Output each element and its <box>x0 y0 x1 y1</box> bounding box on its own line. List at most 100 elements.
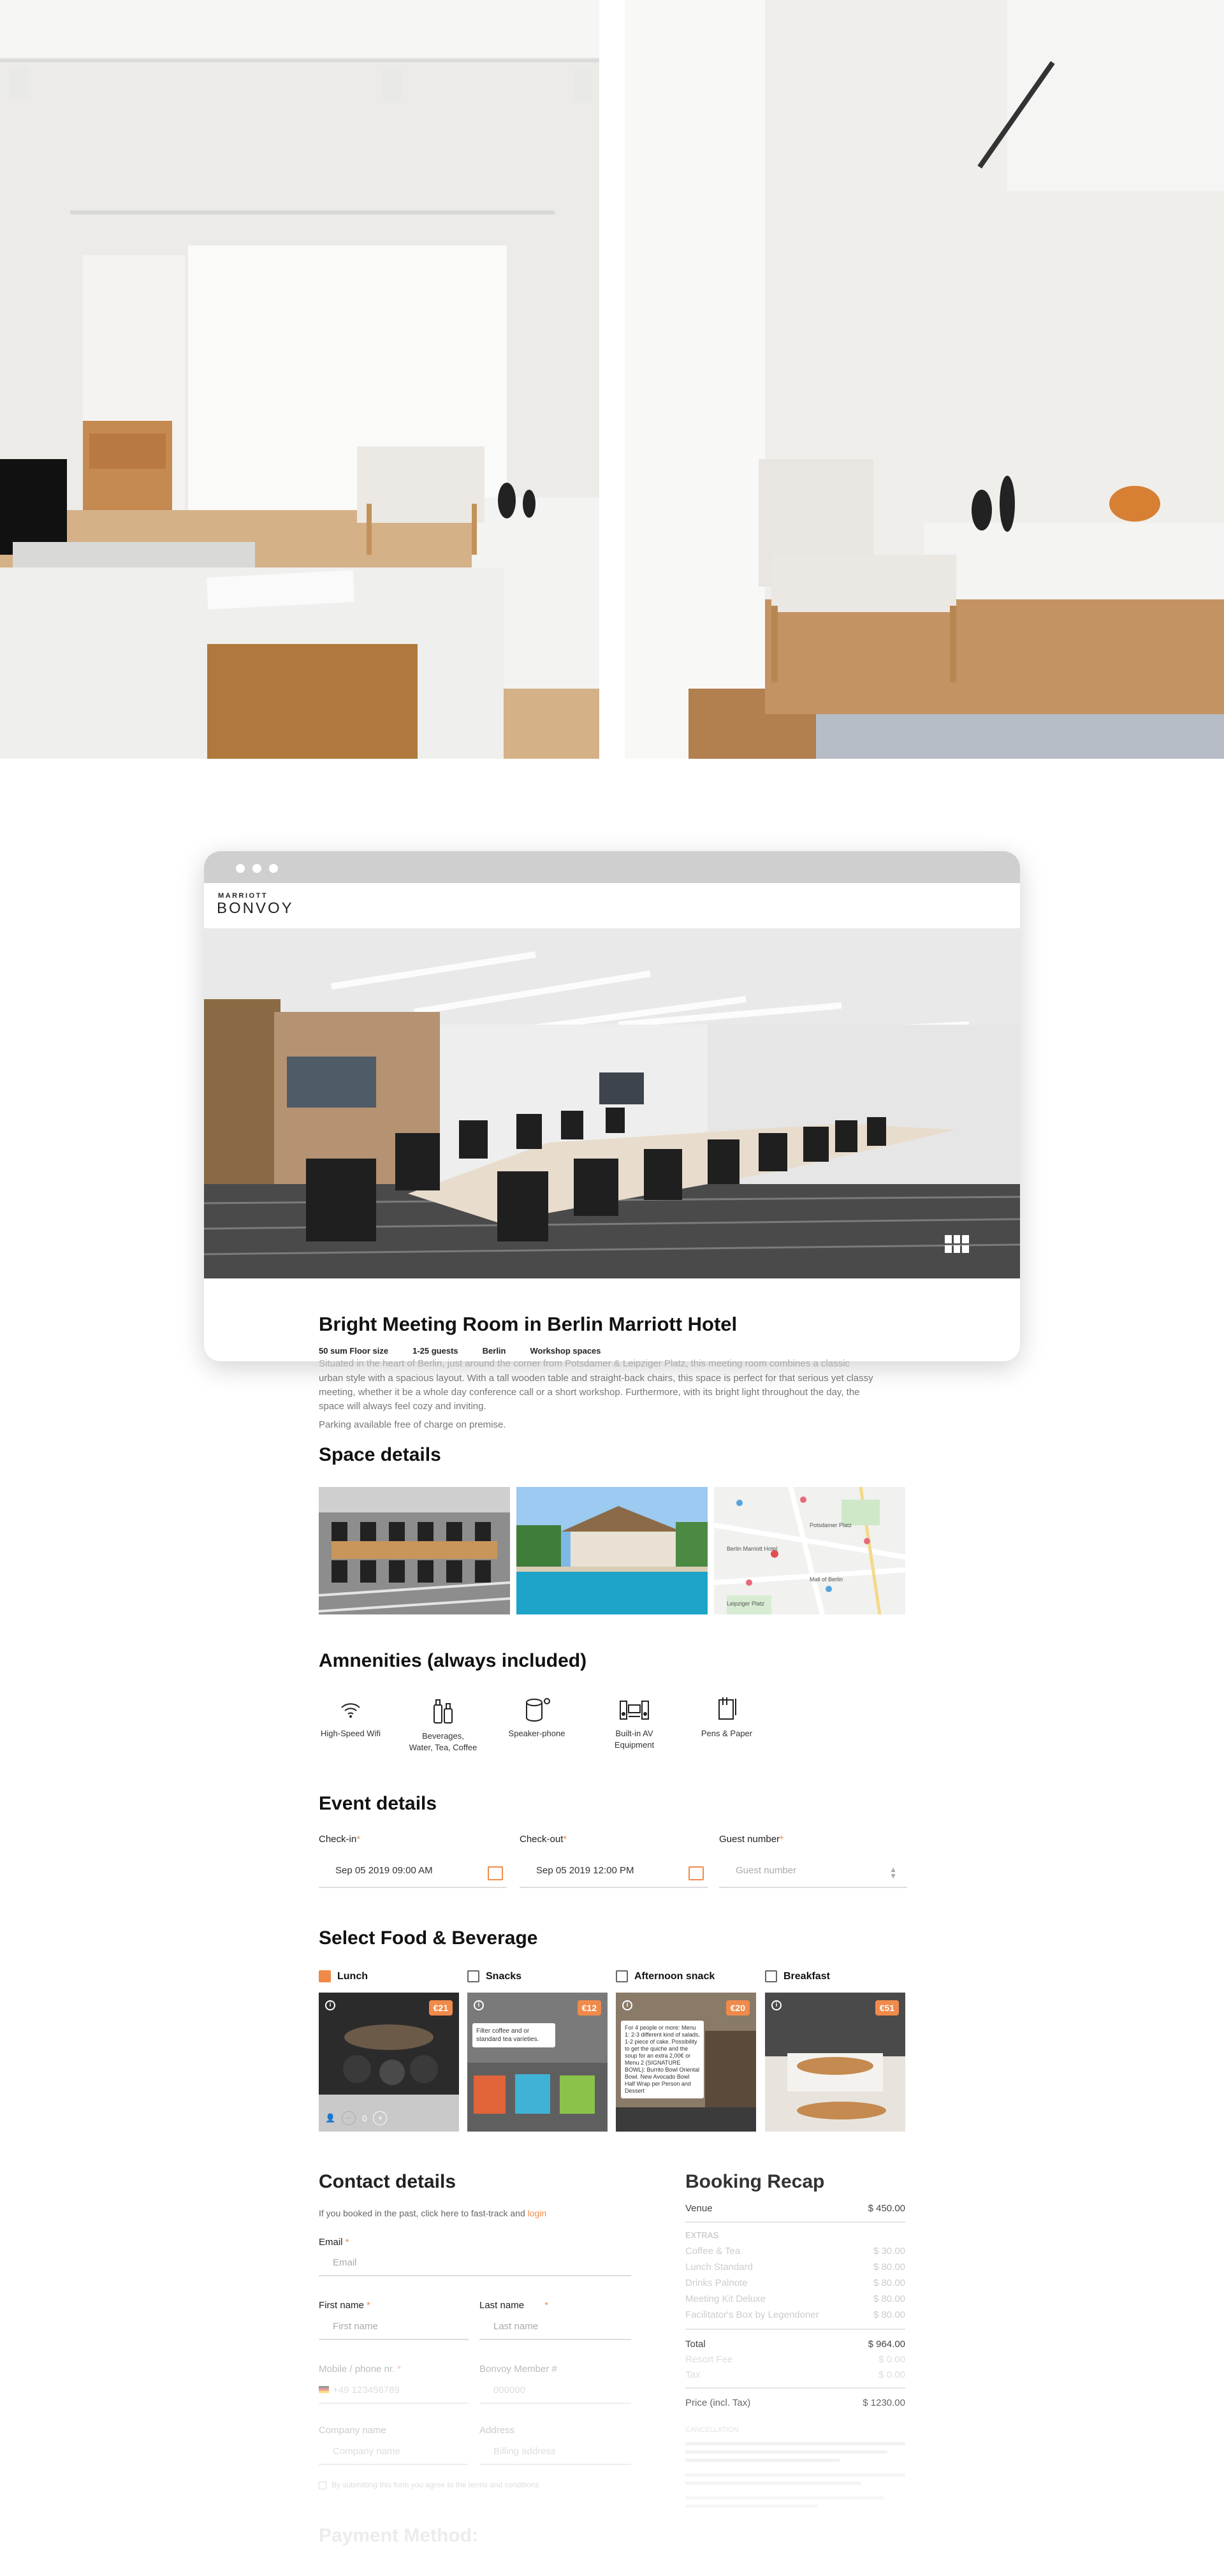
room-title: Bright Meeting Room in Berlin Marriott H… <box>319 1313 738 1335</box>
tag-floor-size: 50 sum Floor size <box>319 1346 389 1356</box>
description-line: urban style with a spacious layout. With… <box>319 1373 873 1384</box>
bonvoy-field[interactable]: 000000 <box>479 2378 631 2404</box>
calendar-icon[interactable] <box>488 1866 503 1880</box>
checkin-field[interactable]: Sep 05 2019 09:00 AM <box>319 1859 507 1888</box>
required-marker: * <box>563 1834 567 1845</box>
armchair-photo <box>625 0 1224 759</box>
mobile-field[interactable]: +49 123456789 <box>319 2378 469 2404</box>
brand-logo-line2[interactable]: BONVOY <box>217 900 294 918</box>
recap-label: Facilitator's Box by Legendoner <box>685 2309 819 2320</box>
info-icon[interactable]: i <box>622 2000 632 2010</box>
recap-total: Total $ 964.00 <box>685 2339 905 2350</box>
space-location-map[interactable]: Berlin Marriott Hotel Potsdamer Platz Ma… <box>714 1487 905 1614</box>
first-name-field[interactable]: First name <box>319 2315 469 2340</box>
company-field[interactable]: Company name <box>319 2440 469 2465</box>
address-field[interactable]: Billing address <box>479 2440 631 2465</box>
meeting-room-hero-image[interactable] <box>204 929 1020 1278</box>
food-card-breakfast[interactable]: i €51 <box>765 1993 905 2132</box>
recap-value: $ 80.00 <box>873 2309 905 2320</box>
stepper-icon[interactable]: ▲ ▼ <box>889 1866 897 1880</box>
divider <box>685 2329 905 2330</box>
last-name-label-text: Last name <box>479 2300 525 2311</box>
amenity-av-equipment: Built-in AV Equipment <box>596 1696 673 1751</box>
amenity-beverages: Beverages, Water, Tea, Coffee <box>405 1696 481 1753</box>
recap-heading: Booking Recap <box>685 2171 825 2192</box>
recap-label: Price (incl. Tax) <box>685 2397 751 2408</box>
option-snacks[interactable]: Snacks <box>467 1970 521 1982</box>
email-label-text: Email <box>319 2237 343 2248</box>
description-line: space will always feel cozy and inviting… <box>319 1401 486 1412</box>
recap-venue: Venue $ 450.00 <box>685 2203 905 2214</box>
first-name-label-text: First name <box>319 2300 364 2311</box>
amenity-label: Speaker-phone <box>508 1729 565 1738</box>
required-marker: * <box>780 1834 783 1845</box>
food-card-lunch[interactable]: i €21 👤 − 0 + <box>319 1993 459 2132</box>
bonvoy-label: Bonvoy Member # <box>479 2364 557 2375</box>
gallery-grid-icon[interactable] <box>945 1235 969 1253</box>
pens-paper-icon <box>718 1697 736 1720</box>
checkout-field[interactable]: Sep 05 2019 12:00 PM <box>520 1859 708 1888</box>
option-label: Lunch <box>337 1970 368 1982</box>
contact-heading: Contact details <box>319 2171 456 2192</box>
price-badge: €12 <box>577 2000 601 2016</box>
space-photo-chairs[interactable] <box>319 1487 510 1614</box>
beverages-icon <box>433 1699 453 1723</box>
checkbox-checked[interactable] <box>319 1970 331 1982</box>
required-marker: * <box>356 1834 361 1845</box>
guest-number-input[interactable]: Guest number ▲ ▼ <box>719 1859 907 1888</box>
info-icon[interactable]: i <box>474 2000 484 2010</box>
fast-track-text: If you booked in the past, click here to… <box>319 2208 525 2218</box>
option-breakfast[interactable]: Breakfast <box>765 1970 830 1982</box>
option-label: Breakfast <box>783 1970 830 1982</box>
amenity-label: High-Speed Wifi <box>321 1729 381 1738</box>
last-name-field[interactable]: Last name <box>479 2315 631 2340</box>
quantity-stepper[interactable]: 👤 − 0 + <box>325 2111 388 2125</box>
recap-extra: Lunch Standard $ 80.00 <box>685 2262 905 2272</box>
info-icon[interactable]: i <box>325 2000 335 2010</box>
required-marker: * <box>367 2300 370 2311</box>
wifi-icon <box>341 1703 360 1718</box>
parking-note: Parking available free of charge on prem… <box>319 1419 506 1430</box>
food-card-snacks[interactable]: i €12 Filter coffee and or standard tea … <box>467 1993 608 2132</box>
recap-value: $ 80.00 <box>873 2278 905 2288</box>
recap-cancellation-label: CANCELLATION <box>685 2426 905 2434</box>
food-heading: Select Food & Beverage <box>319 1928 538 1949</box>
increment-button[interactable]: + <box>373 2111 388 2125</box>
required-marker: * <box>345 2237 349 2248</box>
login-link[interactable]: login <box>528 2208 547 2218</box>
consent-checkbox[interactable] <box>319 2481 326 2489</box>
consent-row[interactable]: By submitting this form you agree to the… <box>319 2480 539 2489</box>
recap-extra: Coffee & Tea $ 30.00 <box>685 2246 905 2257</box>
checkbox[interactable] <box>765 1970 777 1982</box>
mobile-label: Mobile / phone nr. * <box>319 2364 401 2375</box>
food-card-afternoon-snack[interactable]: i €20 For 4 people or more: Menu 1: 2-3 … <box>616 1993 756 2132</box>
price-badge: €21 <box>428 2000 453 2016</box>
checkbox[interactable] <box>616 1970 628 1982</box>
email-field[interactable]: Email <box>319 2251 631 2276</box>
recap-label: Venue <box>685 2203 713 2214</box>
space-photo-pool[interactable] <box>516 1487 708 1614</box>
decrement-button[interactable]: − <box>342 2111 356 2125</box>
av-equipment-icon <box>620 1701 649 1720</box>
option-afternoon-snack[interactable]: Afternoon snack <box>616 1970 715 1982</box>
map-label: Potsdamer Platz <box>810 1522 852 1528</box>
window-dot[interactable] <box>252 864 261 873</box>
info-icon[interactable]: i <box>771 2000 782 2010</box>
window-dot[interactable] <box>269 864 278 873</box>
header-bar: MARRIOTT BONVOY <box>204 883 1020 929</box>
calendar-icon[interactable] <box>688 1866 704 1880</box>
recap-extra: Facilitator's Box by Legendoner $ 80.00 <box>685 2309 905 2320</box>
recap-value: $ 1230.00 <box>863 2397 905 2408</box>
checkbox[interactable] <box>467 1970 479 1982</box>
flag-de-icon <box>319 2386 329 2393</box>
mobile-placeholder: +49 123456789 <box>333 2385 400 2396</box>
recap-price-incl-tax: Price (incl. Tax) $ 1230.00 <box>685 2397 905 2408</box>
checkout-value: Sep 05 2019 12:00 PM <box>536 1865 634 1876</box>
room-tags: 50 sum Floor size 1-25 guests Berlin Wor… <box>319 1346 601 1356</box>
window-dot[interactable] <box>236 864 245 873</box>
amenities-heading: Amnenities (always included) <box>319 1650 587 1671</box>
payment-heading: Payment Method: <box>319 2525 479 2546</box>
recap-extras-label: EXTRAS <box>685 2230 905 2240</box>
map-label: Leipziger Platz <box>727 1600 765 1607</box>
option-lunch[interactable]: Lunch <box>319 1970 368 1982</box>
